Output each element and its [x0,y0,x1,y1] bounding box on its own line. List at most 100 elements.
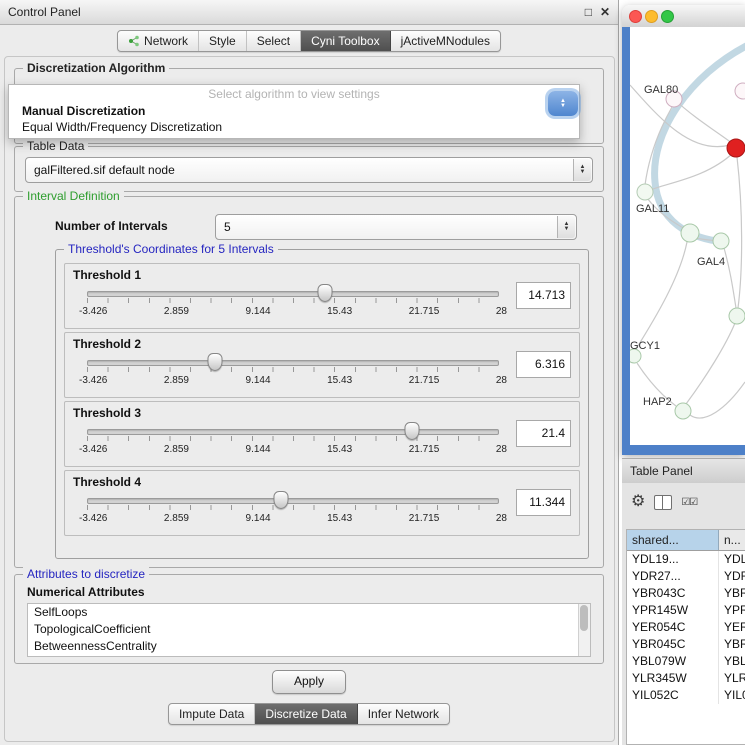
apply-button[interactable]: Apply [272,670,346,694]
threshold-value-field[interactable]: 14.713 [516,282,571,309]
network-node[interactable] [637,184,653,200]
tab-network[interactable]: Network [118,31,199,51]
table-cell: YER054C [627,619,719,636]
tab-label: Network [144,34,188,48]
network-node[interactable] [675,403,691,419]
threshold-slider[interactable] [87,353,499,373]
scale-label: 28 [496,306,507,317]
column-header-shared-name[interactable]: shared... [627,530,719,550]
screenshot-root: Control Panel □ ✕ NetworkStyleSelectCyni… [0,0,745,745]
tab-impute-data[interactable]: Impute Data [169,704,255,724]
table-panel-window: ⚙ ☑☑ shared... n... YDL19...YDL1YDR27...… [622,483,745,745]
tab-label: Infer Network [368,707,439,721]
table-data-combo[interactable]: galFiltered.sif default node ▲ ▼ [25,157,593,183]
algorithm-option[interactable]: Manual Discretization [9,103,579,119]
network-canvas-svg[interactable]: GAL80GAL11GAL4GCY1HAP2 [630,27,745,445]
slider-scale: -3.4262.8599.14415.4321.71528 [79,375,507,386]
minimize-traffic-light[interactable] [645,10,658,23]
columns-icon[interactable] [654,495,672,510]
slider-thumb[interactable] [405,422,420,440]
scale-label: 28 [496,513,507,524]
slider-ticks [87,505,499,510]
thresholds-group-title: Threshold's Coordinates for 5 Intervals [64,242,278,256]
threshold-label: Threshold 2 [73,337,141,351]
slider-track [87,498,499,504]
algorithm-combo-button[interactable]: ▲ ▼ [548,91,578,116]
table-data-combo-value: galFiltered.sif default node [34,158,175,182]
close-icon[interactable]: ✕ [600,5,610,19]
table-data-title: Table Data [23,139,88,153]
table-cell: YBR0 [719,636,745,653]
thresholds-group: Threshold's Coordinates for 5 Intervals … [55,249,589,559]
tab-select[interactable]: Select [247,31,301,51]
slider-thumb[interactable] [207,353,222,371]
thresholds-container: Threshold 1 -3.4262.8599.14415.4321.7152… [56,260,588,536]
attributes-list[interactable]: SelfLoopsTopologicalCoefficientBetweenne… [27,603,591,657]
slider-thumb[interactable] [317,284,332,302]
table-row[interactable]: YLR345WYLR3 [627,670,745,687]
network-node[interactable] [681,224,699,242]
threshold-label: Threshold 4 [73,475,141,489]
zoom-traffic-light[interactable] [661,10,674,23]
tab-discretize-data[interactable]: Discretize Data [255,704,357,724]
attributes-group: Attributes to discretize Numerical Attri… [14,574,604,664]
table-cell: YDR27... [627,568,719,585]
number-of-intervals-combo[interactable]: 5 ▲ ▼ [215,214,577,240]
table-row[interactable]: YBL079WYBL0 [627,653,745,670]
network-window-titlebar[interactable] [622,5,745,28]
scale-label: 21.715 [409,375,440,386]
attribute-list-item[interactable]: TopologicalCoefficient [28,621,590,638]
select-columns-icon[interactable]: ☑☑ [681,497,697,508]
attributes-list-scrollbar[interactable] [578,604,590,656]
table-row[interactable]: YER054CYER0 [627,619,745,636]
tab-cyni-toolbox[interactable]: Cyni Toolbox [301,31,390,51]
table-row[interactable]: YPR145WYPR1 [627,602,745,619]
algorithm-option[interactable]: Equal Width/Frequency Discretization [9,119,579,135]
table-panel-header: Table Panel [622,458,745,484]
top-tabs: Network StyleSelect Cyni Toolbox jActiveMNo… [117,30,501,52]
attribute-list-item[interactable]: BetweennessCentrality [28,638,590,655]
column-header-name[interactable]: n... [719,530,745,550]
slider-track [87,429,499,435]
tab-style[interactable]: Style [199,31,247,51]
threshold-value-field[interactable]: 21.4 [516,420,571,447]
network-node[interactable] [735,83,745,99]
network-node[interactable] [729,308,745,324]
table-row[interactable]: YDR27...YDR2 [627,568,745,585]
gear-icon[interactable]: ⚙ [631,494,645,510]
network-node[interactable] [713,233,729,249]
threshold-slider[interactable] [87,422,499,442]
table-row[interactable]: YBR043CYBR0 [627,585,745,602]
control-panel-window: Control Panel □ ✕ NetworkStyleSelectCyni… [0,0,619,745]
node-label: GAL11 [636,203,669,215]
attribute-list-item[interactable]: SelfLoops [28,604,590,621]
tab-label: Cyni Toolbox [311,34,379,48]
number-of-intervals-stepper[interactable]: ▲ ▼ [557,216,575,238]
scale-label: 2.859 [164,375,189,386]
threshold-panel: Threshold 1 -3.4262.8599.14415.4321.7152… [64,263,580,329]
table-row[interactable]: YBR045CYBR0 [627,636,745,653]
close-traffic-light[interactable] [629,10,642,23]
threshold-slider[interactable] [87,491,499,511]
node-table: shared... n... YDL19...YDL1YDR27...YDR2Y… [626,529,745,745]
threshold-value-field[interactable]: 11.344 [516,489,571,516]
table-row[interactable]: YDL19...YDL1 [627,551,745,568]
interval-definition-group: Interval Definition Number of Intervals … [14,196,604,568]
tab-infer-network[interactable]: Infer Network [358,704,449,724]
float-window-icon[interactable]: □ [585,5,592,19]
network-canvas[interactable]: GAL80GAL11GAL4GCY1HAP2 [630,27,745,445]
threshold-value-field[interactable]: 6.316 [516,351,571,378]
slider-thumb[interactable] [273,491,288,509]
scrollbar-thumb[interactable] [580,605,588,631]
scale-label: -3.426 [79,306,107,317]
network-edge [636,242,687,349]
scale-label: 9.144 [246,306,271,317]
table-cell: YPR1 [719,602,745,619]
table-data-combo-stepper[interactable]: ▲ ▼ [573,159,591,181]
threshold-slider[interactable] [87,284,499,304]
tab-jactivemnodules[interactable]: jActiveMNodules [391,31,500,51]
slider-ticks [87,298,499,303]
table-row[interactable]: YIL052CYIL0 [627,687,745,704]
table-cell: YPR145W [627,602,719,619]
network-node[interactable] [727,139,745,157]
